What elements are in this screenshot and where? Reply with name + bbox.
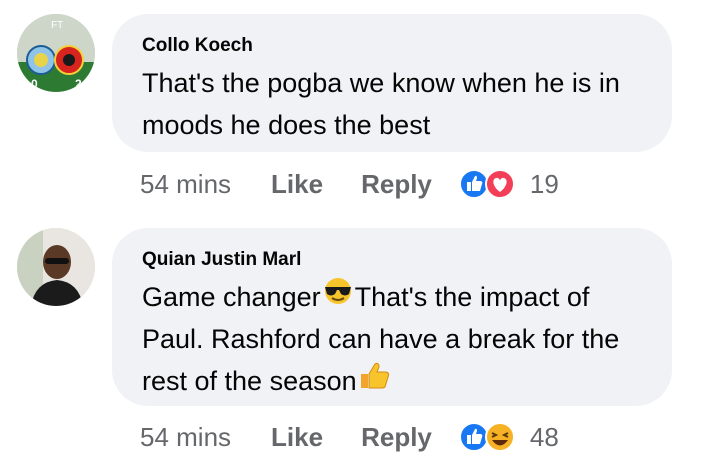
reply-button[interactable]: Reply: [361, 422, 432, 453]
comment-author[interactable]: Quian Justin Marl: [142, 248, 642, 272]
comment-author[interactable]: Collo Koech: [142, 34, 642, 58]
comment-text: Game changer That's the impact of Paul. R…: [142, 276, 642, 402]
love-icon: [484, 169, 515, 199]
reactions-summary[interactable]: 48: [458, 421, 559, 453]
comment-text-part: Game changer: [142, 282, 321, 312]
svg-text:2: 2: [75, 77, 82, 91]
avatar[interactable]: FT 0 2: [17, 14, 95, 92]
avatar-image: FT 0 2: [17, 14, 95, 92]
avatar-badge: FT: [51, 20, 63, 31]
like-icon: [458, 422, 489, 452]
reaction-count: 48: [529, 421, 559, 452]
thumbs-up-emoji: [357, 360, 391, 402]
comment-bubble: Collo Koech That's the pogba we know whe…: [112, 14, 672, 152]
comment-timestamp[interactable]: 54 mins: [140, 422, 231, 453]
comment-actions: 54 mins Like Reply 19: [140, 164, 559, 204]
comment-text-part: That's the pogba we know when he is in m…: [142, 68, 620, 140]
comment-bubble: Quian Justin Marl Game changer That's the…: [112, 228, 672, 406]
comment-timestamp[interactable]: 54 mins: [140, 169, 231, 200]
comment-actions: 54 mins Like Reply 48: [140, 417, 559, 457]
like-icon: [458, 169, 489, 199]
sunglasses-emoji: [321, 276, 355, 318]
reaction-icons: [458, 422, 515, 452]
svg-text:0: 0: [31, 77, 38, 91]
avatar-image: [17, 228, 95, 306]
reply-button[interactable]: Reply: [361, 169, 432, 200]
haha-icon: [484, 422, 515, 452]
reaction-icons: [458, 169, 515, 199]
like-button[interactable]: Like: [271, 169, 323, 200]
reaction-count: 19: [529, 168, 559, 199]
avatar[interactable]: [17, 228, 95, 306]
reactions-summary[interactable]: 19: [458, 168, 559, 200]
comment-text: That's the pogba we know when he is in m…: [142, 62, 642, 146]
like-button[interactable]: Like: [271, 422, 323, 453]
